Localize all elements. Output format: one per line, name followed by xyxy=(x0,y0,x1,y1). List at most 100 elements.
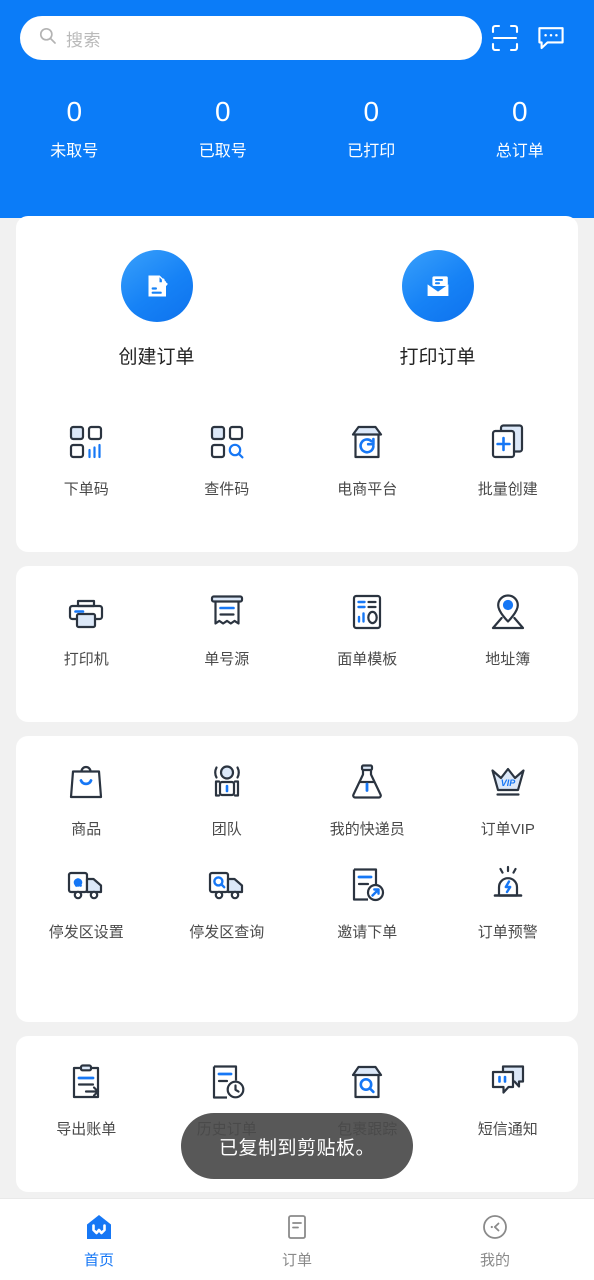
tool-goods[interactable]: 商品 xyxy=(16,736,157,839)
batch-create-icon xyxy=(486,418,530,464)
home-icon xyxy=(84,1210,114,1244)
tool-restricted-area-query[interactable]: 停发区查询 xyxy=(157,839,298,942)
tool-restricted-area-settings[interactable]: 停发区设置 xyxy=(16,839,157,942)
clipboard-toast: 已复制到剪贴板。 xyxy=(181,1113,413,1179)
app-root: 搜索 0 未取号 0 已取号 0 已打印 0 总订单 创建订单 打印订单 下单码… xyxy=(0,0,594,1280)
tool-invite-order[interactable]: 邀请下单 xyxy=(297,839,438,942)
search-icon xyxy=(38,26,57,50)
primary-actions-card: 创建订单 打印订单 下单码 查件码 电商平台 批量创建 xyxy=(16,216,578,552)
tab-label: 订单 xyxy=(281,1251,312,1269)
tool-order-code[interactable]: 下单码 xyxy=(16,396,157,499)
ecommerce-platform-icon xyxy=(345,418,389,464)
tool-team[interactable]: 团队 xyxy=(157,736,298,839)
app-header: 搜索 0 未取号 0 已取号 0 已打印 0 总订单 xyxy=(0,0,594,218)
sms-notice-icon xyxy=(486,1058,530,1104)
business-tools-card: 商品 团队 我的快递员 VIP 订单VIP 停发区设置 停发区查询 邀请下单 订… xyxy=(16,736,578,1022)
tool-label: 停发区设置 xyxy=(48,924,124,941)
business-tools-grid-row2: 停发区设置 停发区查询 邀请下单 订单预警 xyxy=(16,839,578,942)
stat-value: 0 xyxy=(214,96,231,127)
export-bill-icon xyxy=(64,1058,108,1104)
courier-icon xyxy=(345,758,389,804)
bottom-tabbar: 首页 订单 我的 xyxy=(0,1198,594,1280)
tool-label: 电商平台 xyxy=(337,481,398,498)
tool-address-book[interactable]: 地址簿 xyxy=(438,566,579,669)
waybill-template-icon xyxy=(345,588,389,634)
svg-text:VIP: VIP xyxy=(500,778,516,788)
tab-label: 我的 xyxy=(479,1251,510,1269)
stat-unassigned[interactable]: 0 未取号 xyxy=(0,95,149,163)
message-icon[interactable] xyxy=(528,15,574,61)
print-order-label: 打印订单 xyxy=(399,346,476,368)
printing-tools-card: 打印机 单号源 面单模板 地址簿 xyxy=(16,566,578,722)
tool-label: 打印机 xyxy=(63,651,109,668)
tool-order-vip[interactable]: VIP 订单VIP xyxy=(438,736,579,839)
print-order-icon xyxy=(401,249,474,322)
tool-order-alert[interactable]: 订单预警 xyxy=(438,839,579,942)
search-row: 搜索 xyxy=(0,14,594,62)
tool-label: 地址簿 xyxy=(485,651,531,668)
tool-label: 下单码 xyxy=(63,481,109,498)
tool-label: 导出账单 xyxy=(56,1121,117,1138)
profile-icon xyxy=(481,1210,509,1244)
restricted-area-settings-icon xyxy=(64,861,108,907)
stat-total[interactable]: 0 总订单 xyxy=(446,95,594,163)
tool-label: 邀请下单 xyxy=(337,924,398,941)
tool-track-code[interactable]: 查件码 xyxy=(157,396,298,499)
order-code-icon xyxy=(64,418,108,464)
stat-printed[interactable]: 0 已打印 xyxy=(297,95,446,163)
goods-icon xyxy=(64,758,108,804)
tab-profile[interactable]: 我的 xyxy=(396,1199,594,1280)
create-order-button[interactable]: 创建订单 xyxy=(16,216,297,396)
tab-label: 首页 xyxy=(83,1251,114,1269)
track-code-icon xyxy=(205,418,249,464)
tool-label: 停发区查询 xyxy=(189,924,265,941)
tool-label: 面单模板 xyxy=(337,651,398,668)
tool-label: 订单预警 xyxy=(477,924,538,941)
team-icon xyxy=(205,758,249,804)
stat-value: 0 xyxy=(363,96,380,127)
tab-orders[interactable]: 订单 xyxy=(198,1199,396,1280)
restricted-area-query-icon xyxy=(205,861,249,907)
stat-value: 0 xyxy=(66,96,83,127)
tool-ecommerce-platform[interactable]: 电商平台 xyxy=(297,396,438,499)
printing-tools-grid: 打印机 单号源 面单模板 地址簿 xyxy=(16,566,578,669)
tool-export-bill[interactable]: 导出账单 xyxy=(16,1036,157,1139)
scan-icon[interactable] xyxy=(482,15,528,61)
stat-value: 0 xyxy=(511,96,528,127)
print-order-button[interactable]: 打印订单 xyxy=(297,216,578,396)
vip-crown-icon: VIP xyxy=(486,758,530,804)
stat-label: 已取号 xyxy=(198,143,247,160)
stat-label: 总订单 xyxy=(495,143,544,160)
tool-waybill-source[interactable]: 单号源 xyxy=(157,566,298,669)
stats-row: 0 未取号 0 已取号 0 已打印 0 总订单 xyxy=(0,95,594,163)
stat-assigned[interactable]: 0 已取号 xyxy=(149,95,298,163)
tool-label: 批量创建 xyxy=(477,481,538,498)
primary-actions-row: 创建订单 打印订单 xyxy=(16,216,578,396)
order-tools-grid: 下单码 查件码 电商平台 批量创建 xyxy=(16,396,578,499)
tool-label: 查件码 xyxy=(204,481,250,498)
tool-label: 单号源 xyxy=(204,651,250,668)
tool-label: 短信通知 xyxy=(477,1121,538,1138)
tool-waybill-template[interactable]: 面单模板 xyxy=(297,566,438,669)
stat-label: 已打印 xyxy=(347,143,396,160)
create-order-label: 创建订单 xyxy=(118,346,195,368)
tool-label: 订单VIP xyxy=(480,821,535,838)
tool-batch-create[interactable]: 批量创建 xyxy=(438,396,579,499)
business-tools-grid-row1: 商品 团队 我的快递员 VIP 订单VIP xyxy=(16,736,578,839)
tool-courier[interactable]: 我的快递员 xyxy=(297,736,438,839)
search-input[interactable]: 搜索 xyxy=(20,16,482,60)
stat-label: 未取号 xyxy=(50,143,99,160)
search-placeholder: 搜索 xyxy=(66,30,101,50)
address-book-icon xyxy=(486,588,530,634)
tool-label: 我的快递员 xyxy=(329,821,405,838)
waybill-source-icon xyxy=(205,588,249,634)
tool-printer[interactable]: 打印机 xyxy=(16,566,157,669)
history-order-icon xyxy=(205,1058,249,1104)
tab-home[interactable]: 首页 xyxy=(0,1199,198,1280)
order-list-icon xyxy=(283,1210,311,1244)
toast-message: 已复制到剪贴板。 xyxy=(218,1137,375,1159)
printer-icon xyxy=(64,588,108,634)
create-order-icon xyxy=(120,249,193,322)
order-alert-icon xyxy=(486,861,530,907)
tool-sms-notice[interactable]: 短信通知 xyxy=(438,1036,579,1139)
